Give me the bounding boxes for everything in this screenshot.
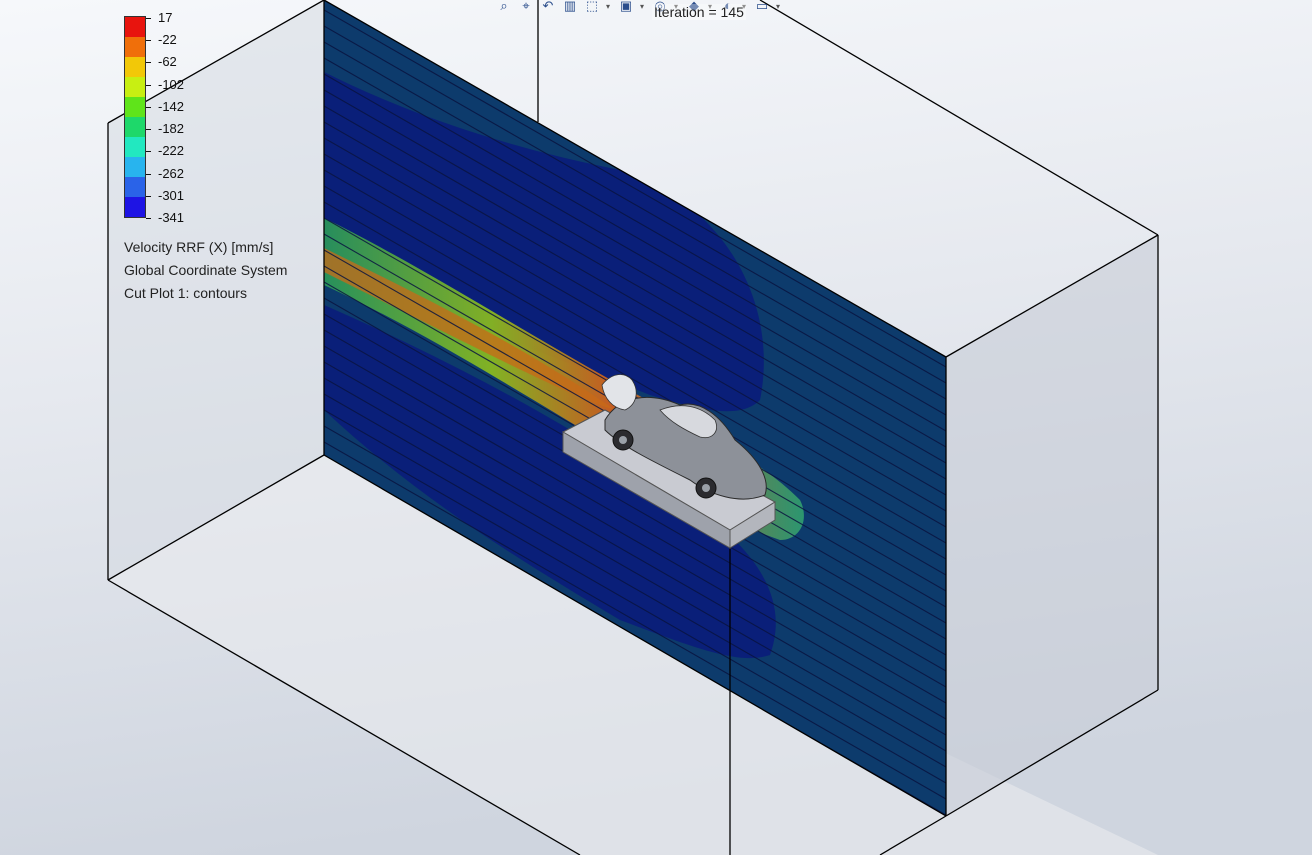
legend-color-cell [125,197,145,217]
legend-color-cell [125,97,145,117]
legend-value-label: -62 [158,54,177,70]
legend-color-cell [125,177,145,197]
legend-tick [146,84,151,86]
legend-tick [146,218,151,219]
legend-color-bar [124,16,146,218]
legend-color-cell [125,37,145,57]
legend-color-cell [125,57,145,77]
legend-plot-name: Cut Plot 1: contours [124,285,247,301]
dropdown-caret-icon[interactable]: ▾ [606,2,612,11]
legend-value-label: -102 [158,76,185,92]
legend-color-cell [125,137,145,157]
legend-value-label: -222 [158,143,185,159]
legend-value-label: -341 [158,210,185,225]
legend-tick [146,173,151,175]
legend-tick [146,151,151,153]
legend-tick [146,18,151,19]
legend-color-cell [125,77,145,97]
dropdown-caret-icon[interactable]: ▾ [640,2,646,11]
view-orientation-icon[interactable]: ⬚ [584,0,600,14]
legend-tick [146,195,151,197]
legend-value-label: 17 [158,10,173,25]
legend-value-label: -142 [158,98,185,114]
legend-color-cell [125,117,145,137]
legend-tick [146,40,151,42]
view-settings-icon[interactable]: ▭ [754,0,770,14]
previous-view-icon[interactable]: ↶ [540,0,556,14]
legend-coordinate-system: Global Coordinate System [124,262,288,278]
legend-value-label: -22 [158,32,177,48]
zoom-to-fit-icon[interactable]: ⌕ [496,0,512,14]
dropdown-caret-icon[interactable]: ▾ [776,2,782,11]
legend-value-label: -262 [158,165,185,181]
legend-value-label: -301 [158,187,185,203]
color-legend[interactable]: 17 -22 -62 -102 -142 -182 -222 -262 -301 -341 Vel… [124,10,324,310]
legend-color-cell [125,17,145,37]
zoom-area-icon[interactable]: ⌖ [518,0,534,14]
display-style-icon[interactable]: ▣ [618,0,634,14]
legend-value-label: -182 [158,121,185,137]
legend-color-cell [125,157,145,177]
legend-tick [146,106,151,108]
legend-tick [146,129,151,131]
legend-tick [146,62,151,64]
iteration-status: Iteration = 145 [652,4,746,20]
section-view-icon[interactable]: ▥ [562,0,578,14]
legend-quantity: Velocity RRF (X) [mm/s] [124,239,274,255]
